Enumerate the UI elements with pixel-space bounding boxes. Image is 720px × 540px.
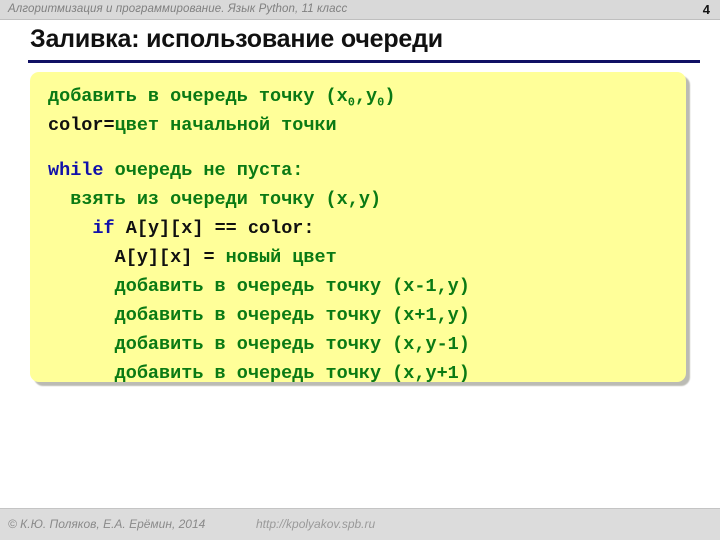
code-token: очередь не пуста: [103, 160, 304, 181]
line-blank [48, 140, 470, 156]
code-token: A[y][x] [114, 218, 215, 239]
line-set-color: A[y][x] = новый цвет [48, 243, 470, 272]
line-while: while очередь не пуста: [48, 156, 470, 185]
line-enqueue-down: добавить в очередь точку (x,y+1) [48, 359, 470, 382]
code-token: while [48, 160, 104, 181]
line-if: if A[y][x] == color: [48, 214, 470, 243]
line-enqueue-left: добавить в очередь точку (x-1,y) [48, 272, 470, 301]
code-token: == [214, 218, 237, 239]
code-token: ) [384, 86, 396, 107]
line-color-assign: color=цвет начальной точки [48, 111, 470, 140]
code-token: добавить в очередь точку (x+1,y) [114, 305, 470, 326]
code-token: 0 [347, 95, 355, 110]
code-panel: добавить в очередь точку (x0,y0) color=цв… [30, 72, 686, 382]
code-token: color [48, 115, 104, 136]
slide-title: Заливка: использование очереди [30, 25, 443, 53]
slide-page-number: 4 [702, 2, 710, 17]
code-token: добавить в очередь точку (x,y-1) [114, 334, 470, 355]
slide-footer-band: © К.Ю. Поляков, Е.А. Ерёмин, 2014 http:/… [0, 508, 720, 540]
code-token: if [92, 218, 115, 239]
code-token: = [103, 115, 115, 136]
footer-url[interactable]: http://kpolyakov.spb.ru [256, 517, 375, 531]
line-enqueue-right: добавить в очередь точку (x+1,y) [48, 301, 470, 330]
code-token: A[y][x] = [114, 247, 226, 268]
pseudocode-listing: добавить в очередь точку (x0,y0) color=цв… [48, 82, 470, 382]
code-token: ,y [354, 86, 378, 107]
title-underline-rule [28, 60, 700, 63]
line-enqueue-start: добавить в очередь точку (x0,y0) [48, 82, 470, 111]
line-enqueue-up: добавить в очередь точку (x,y-1) [48, 330, 470, 359]
line-dequeue: взять из очереди точку (x,y) [48, 185, 470, 214]
footer-copyright: © К.Ю. Поляков, Е.А. Ерёмин, 2014 [8, 517, 206, 531]
slide-header-band: Алгоритмизация и программирование. Язык … [0, 0, 720, 20]
code-token: добавить в очередь точку (x,y+1) [114, 363, 470, 382]
code-token: новый цвет [225, 247, 337, 268]
code-token: цвет начальной точки [114, 115, 337, 136]
code-token: добавить в очередь точку (x [48, 86, 348, 107]
course-title: Алгоритмизация и программирование. Язык … [8, 3, 348, 15]
code-token: взять из очереди точку (x,y) [70, 189, 382, 210]
code-token: добавить в очередь точку (x-1,y) [114, 276, 470, 297]
code-token: color: [236, 218, 315, 239]
